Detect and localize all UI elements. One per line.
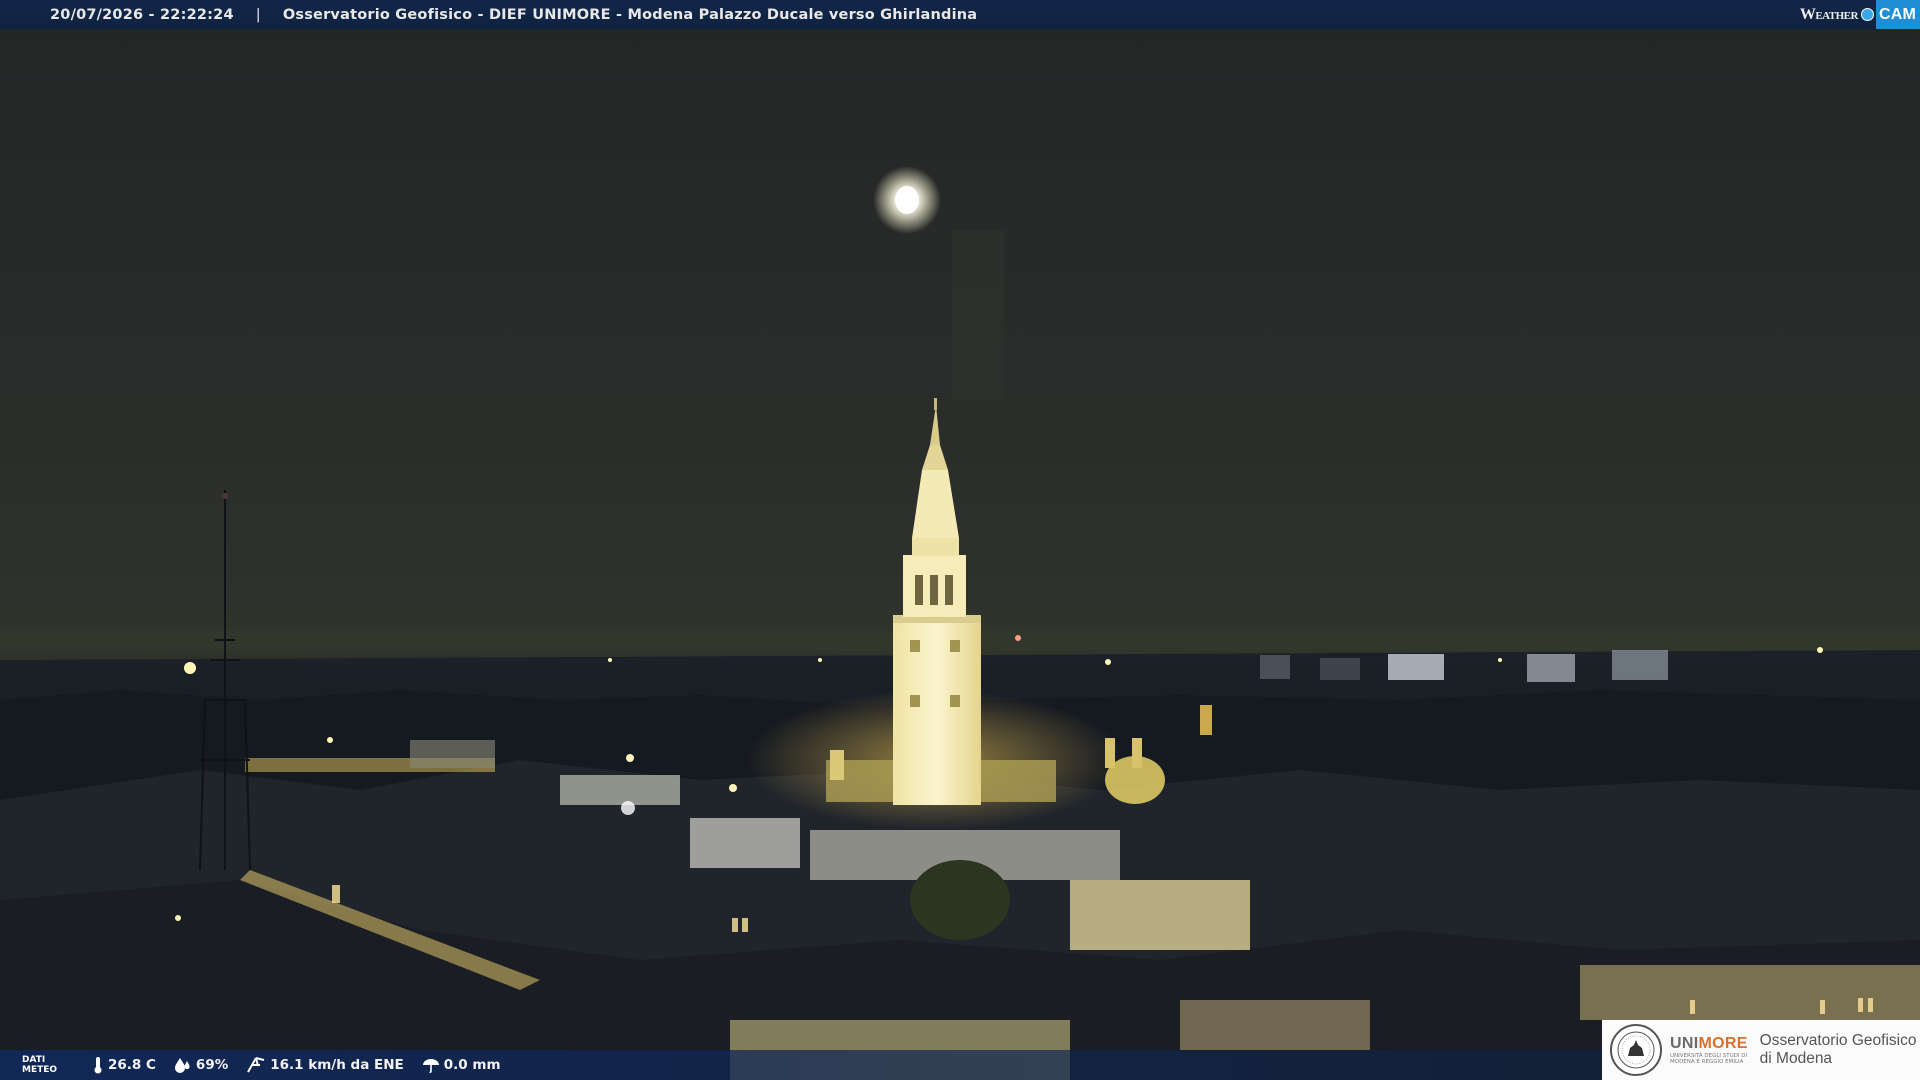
rain-icon (422, 1059, 439, 1073)
wind-icon (247, 1057, 265, 1073)
observatory-name: Osservatorio Geofisico di Modena (1760, 1032, 1917, 1068)
uni-name-accent: MORE (1698, 1034, 1748, 1052)
humidity-reading: 69% (174, 1057, 228, 1073)
webcam-viewer: 20/07/2026 - 22:22:24 | Osservatorio Geo… (0, 0, 1920, 1080)
weathercam-logo: Weather CAM (1800, 0, 1920, 29)
wind-value: 16.1 km/h da ENE (270, 1057, 404, 1073)
humidity-icon (174, 1058, 190, 1073)
observatory-line1: Osservatorio Geofisico (1759, 1032, 1917, 1049)
camera-title: Osservatorio Geofisico - DIEF UNIMORE - … (282, 6, 978, 23)
header-separator: | (255, 6, 261, 23)
wind-reading: 16.1 km/h da ENE (246, 1056, 404, 1074)
brand-weather: Weather (1799, 5, 1859, 23)
uni-subtitle-line2: MODENA E REGGIO EMILIA (1670, 1059, 1744, 1065)
temperature-value: 26.8 C (108, 1057, 156, 1073)
meteo-tag: DATI METEO (0, 1055, 92, 1075)
meteo-bar: DATI METEO 26.8 C 69% 16.1 km/h da ENE 0… (0, 1050, 1610, 1080)
unimore-logo-box: UNIMORE UNIVERSITÀ DEGLI STUDI DI MODENA… (1602, 1020, 1920, 1080)
unimore-wordmark: UNIMORE UNIVERSITÀ DEGLI STUDI DI MODENA… (1670, 1035, 1748, 1066)
rain-reading: 0.0 mm (422, 1057, 501, 1073)
brand-cam: CAM (1875, 0, 1920, 29)
observatory-line2: di Modena (1759, 1050, 1833, 1067)
brand-dot-icon (1860, 8, 1874, 21)
meteo-tag-line1: DATI (22, 1055, 46, 1065)
webcam-image (0, 0, 1920, 1080)
university-seal-icon (1610, 1024, 1662, 1076)
thermometer-icon (94, 1057, 102, 1074)
uni-name-prefix: UNI (1670, 1034, 1699, 1052)
overlay-header: 20/07/2026 - 22:22:24 | Osservatorio Geo… (0, 0, 1920, 29)
meteo-tag-line2: METEO (22, 1065, 58, 1075)
timestamp: 20/07/2026 - 22:22:24 (50, 6, 234, 23)
temperature-reading: 26.8 C (92, 1056, 156, 1074)
rain-value: 0.0 mm (443, 1057, 501, 1073)
humidity-value: 69% (195, 1057, 229, 1073)
